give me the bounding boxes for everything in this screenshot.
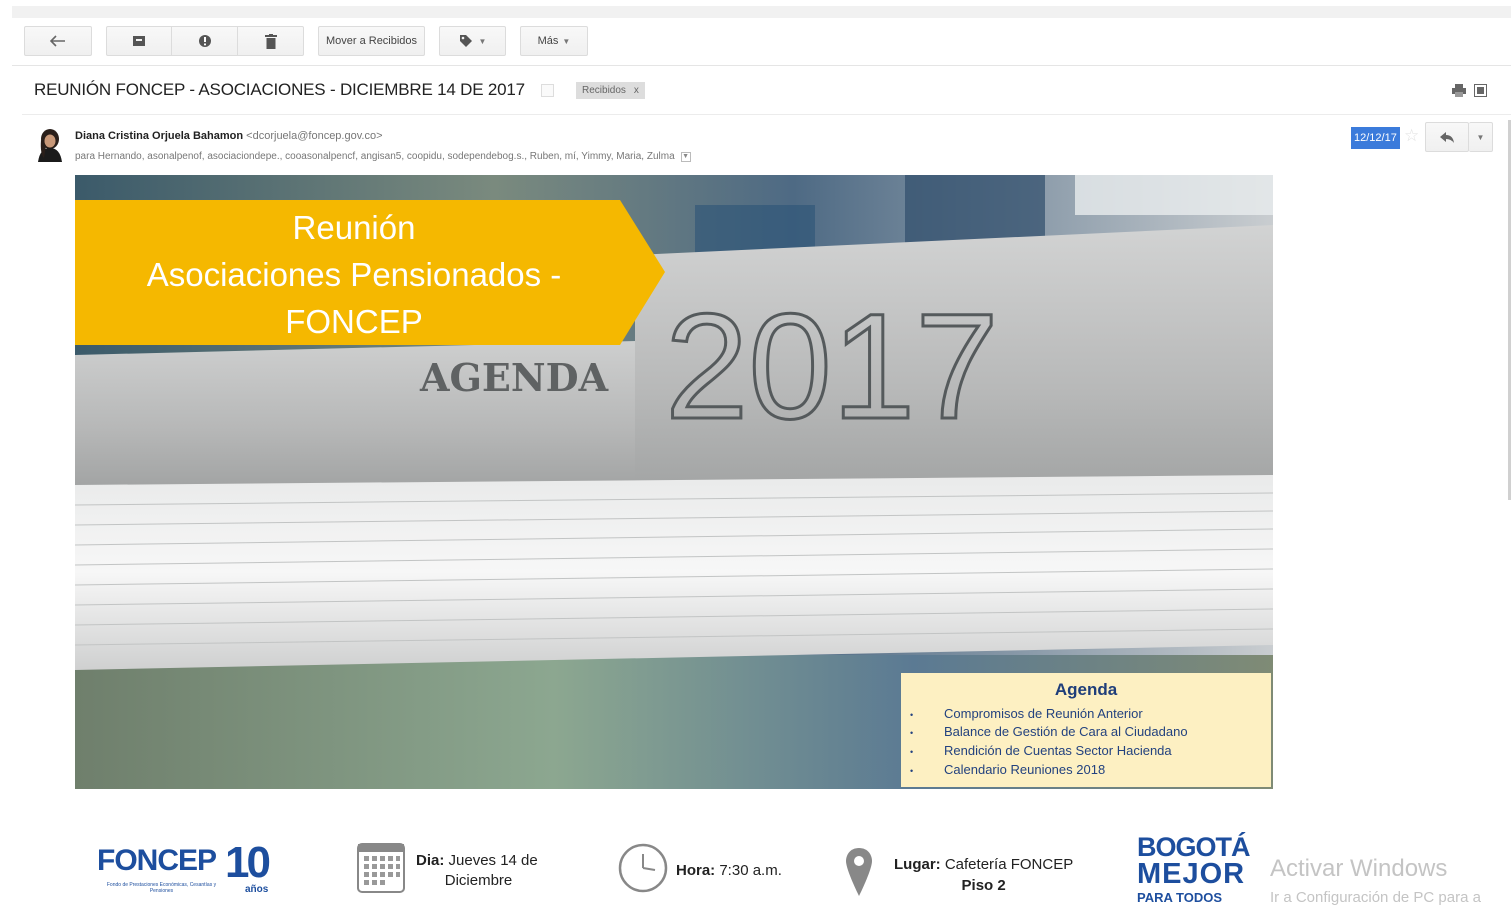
- invitation-graphic: AGENDA 2017 Reunión Asociaciones Pension…: [75, 175, 1273, 789]
- foncep-logo-name: FONCEP: [97, 844, 217, 877]
- agenda-year: 2017: [665, 282, 999, 450]
- action-group: [106, 26, 304, 56]
- print-icon[interactable]: [1452, 84, 1466, 97]
- agenda-title: Agenda: [1055, 680, 1118, 699]
- toolbar-divider: [12, 65, 1511, 66]
- agenda-item: Calendario Reuniones 2018: [944, 762, 1105, 777]
- agenda-item: Compromisos de Reunión Anterior: [944, 706, 1143, 721]
- invitation-image: AGENDA 2017 Reunión Asociaciones Pension…: [75, 175, 1273, 789]
- message-date: 12/12/17: [1351, 127, 1400, 149]
- agenda-word: AGENDA: [419, 355, 609, 400]
- report-spam-icon: [198, 35, 211, 47]
- archive-icon: [133, 36, 145, 46]
- sender-email: <dcorjuela@foncep.gov.co>: [246, 130, 383, 142]
- windows-watermark-title: Activar Windows: [1270, 855, 1448, 882]
- day-value: Jueves 14 de: [448, 852, 538, 869]
- day-value-month: Diciembre: [444, 872, 513, 889]
- day-label: Dia:: [416, 852, 445, 869]
- label-chip-text: Recibidos: [582, 85, 626, 96]
- svg-text:•: •: [910, 728, 913, 738]
- reply-group: ▼: [1425, 122, 1493, 152]
- foncep-logo-number: 10: [225, 838, 271, 887]
- banner-line-1: Reunión: [293, 209, 416, 246]
- bogota-logo-line-2: MEJOR: [1137, 858, 1246, 890]
- clock-icon: [618, 843, 668, 893]
- print-actions: [1452, 84, 1487, 97]
- location-floor: Piso 2: [961, 877, 1006, 894]
- reply-button[interactable]: [1425, 122, 1469, 152]
- sender-line: Diana Cristina Orjuela Bahamon <dcorjuel…: [75, 130, 383, 142]
- recipients-line: para Hernando, asonalpenof, asociacionde…: [75, 151, 691, 162]
- calendar-icon: [357, 843, 405, 893]
- subject-divider: [22, 114, 1511, 115]
- banner-line-2: Asociaciones Pensionados -: [147, 256, 562, 293]
- sender-avatar[interactable]: [36, 128, 64, 162]
- star-icon[interactable]: ☆: [1404, 126, 1419, 146]
- importance-marker[interactable]: [541, 84, 554, 97]
- reply-icon: [1440, 131, 1454, 143]
- sender-name[interactable]: Diana Cristina Orjuela Bahamon: [75, 130, 243, 142]
- bogota-logo: BOGOTÁ MEJOR PARA TODOS: [1137, 812, 1252, 906]
- time-value: 7:30 a.m.: [719, 862, 782, 879]
- svg-text:•: •: [910, 747, 913, 757]
- event-time: Hora: 7:30 a.m.: [676, 862, 782, 879]
- archive-button[interactable]: [106, 26, 172, 56]
- arrow-back-icon: [50, 35, 65, 47]
- new-window-icon[interactable]: [1474, 84, 1487, 97]
- message-subject: REUNIÓN FONCEP - ASOCIACIONES - DICIEMBR…: [34, 80, 525, 99]
- foncep-logo-anos: años: [245, 884, 269, 895]
- banner-line-3: FONCEP: [285, 303, 423, 340]
- more-label: Más: [537, 35, 559, 47]
- windows-watermark-subtitle: Ir a Configuración de PC para a: [1270, 889, 1481, 906]
- location-label: Lugar:: [894, 856, 941, 873]
- chevron-down-icon: ▼: [1476, 132, 1485, 142]
- agenda-item: Balance de Gestión de Cara al Ciudadano: [944, 724, 1188, 739]
- top-strip: [12, 6, 1511, 18]
- label-chip-inbox[interactable]: Recibidos x: [576, 82, 645, 99]
- svg-text:•: •: [910, 766, 913, 776]
- event-day: Dia: Jueves 14 de Diciembre: [416, 851, 541, 891]
- location-pin-icon: [846, 848, 872, 896]
- move-to-inbox-label: Mover a Recibidos: [325, 35, 418, 47]
- more-button[interactable]: Más ▼: [520, 26, 588, 56]
- event-location: Lugar: Cafetería FONCEP Piso 2: [894, 854, 1073, 896]
- chevron-down-icon: ▼: [562, 36, 571, 46]
- tag-icon: [459, 35, 472, 47]
- avatar-photo-icon: [38, 129, 62, 162]
- trash-icon: [264, 33, 277, 49]
- foncep-logo-sub: Fondo de Prestaciones Económicas, Cesant…: [106, 882, 217, 894]
- chevron-down-icon: ▼: [478, 36, 487, 46]
- report-spam-button[interactable]: [172, 26, 238, 56]
- time-label: Hora:: [676, 862, 716, 879]
- agenda-item: Rendición de Cuentas Sector Hacienda: [944, 743, 1172, 758]
- location-value: Cafetería FONCEP: [944, 856, 1074, 873]
- delete-button[interactable]: [238, 26, 304, 56]
- labels-button[interactable]: ▼: [439, 26, 506, 56]
- move-to-inbox-button[interactable]: Mover a Recibidos: [318, 26, 425, 56]
- foncep-logo: FONCEP 10 años Fondo de Prestaciones Eco…: [97, 838, 282, 904]
- show-details-icon[interactable]: ▼: [680, 151, 691, 162]
- message-toolbar: Mover a Recibidos ▼ Más ▼: [24, 26, 588, 56]
- more-reply-options-button[interactable]: ▼: [1469, 122, 1493, 152]
- svg-text:•: •: [910, 710, 913, 720]
- back-button[interactable]: [24, 26, 92, 56]
- bogota-logo-line-3: PARA TODOS: [1137, 890, 1222, 905]
- recipients-text: para Hernando, asonalpenof, asociacionde…: [75, 151, 675, 162]
- label-chip-remove[interactable]: x: [634, 85, 639, 96]
